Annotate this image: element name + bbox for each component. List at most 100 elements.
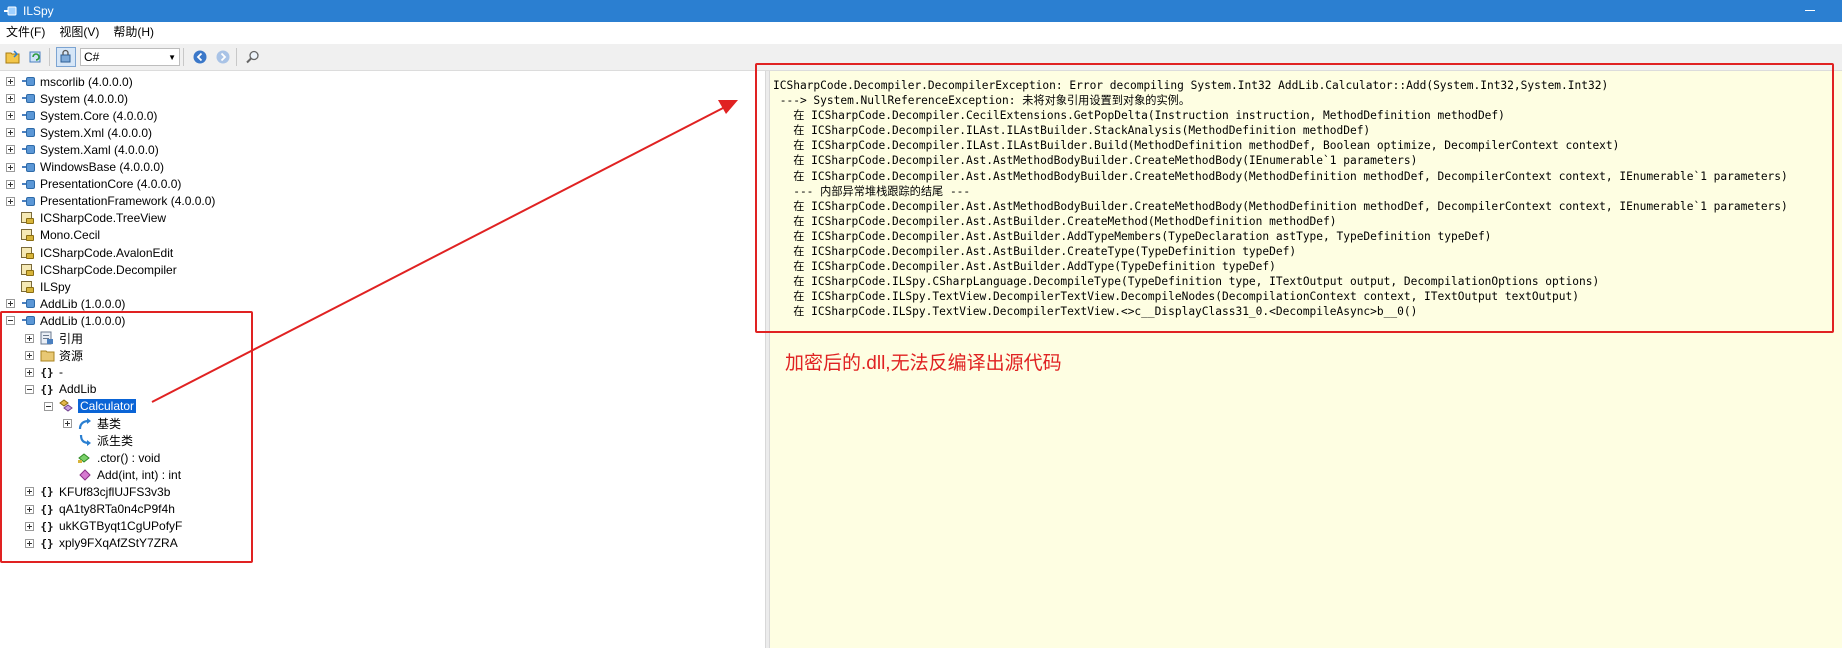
- chevron-down-icon: ▼: [168, 52, 176, 62]
- tree-item-label: ICSharpCode.Decompiler: [40, 262, 177, 277]
- tree-item[interactable]: {} KFUf83cjflUJFS3v3b: [25, 483, 170, 500]
- assembly-icon: [20, 91, 36, 107]
- tree-item[interactable]: mscorlib (4.0.0.0): [6, 73, 133, 90]
- tree-item[interactable]: System.Xml (4.0.0.0): [6, 124, 152, 141]
- tree-item[interactable]: ICSharpCode.AvalonEdit: [6, 244, 173, 261]
- method-icon: [77, 467, 93, 483]
- expand-icon[interactable]: [63, 419, 72, 428]
- forward-button[interactable]: [213, 47, 233, 67]
- tree-item[interactable]: ILSpy: [6, 278, 71, 295]
- code-line: 在 ICSharpCode.Decompiler.Ast.AstMethodBo…: [773, 169, 1788, 183]
- tree-item[interactable]: WindowsBase (4.0.0.0): [6, 159, 164, 176]
- tree-item-label: AddLib: [59, 382, 97, 397]
- code-line: 在 ICSharpCode.Decompiler.Ast.AstBuilder.…: [773, 214, 1337, 228]
- collapse-icon[interactable]: [25, 384, 34, 394]
- tree-item[interactable]: {} -: [25, 364, 63, 381]
- expand-icon[interactable]: [25, 538, 34, 548]
- reload-icon: [29, 51, 41, 63]
- tree-item[interactable]: {} AddLib: [25, 381, 96, 398]
- search-button[interactable]: [243, 47, 263, 67]
- tree-item[interactable]: 派生类: [63, 432, 133, 449]
- assembly-warning-icon: [20, 262, 36, 278]
- expand-icon[interactable]: [25, 333, 34, 343]
- tree-item-label: 派生类: [97, 434, 134, 449]
- menu-file[interactable]: 文件(F): [0, 22, 52, 42]
- tree-item[interactable]: 引用: [25, 330, 83, 347]
- tree-item[interactable]: System.Xaml (4.0.0.0): [6, 141, 159, 158]
- tree-item-label: mscorlib (4.0.0.0): [40, 74, 133, 89]
- tree-item[interactable]: ICSharpCode.TreeView: [6, 210, 166, 227]
- collapse-icon[interactable]: [6, 316, 15, 326]
- title-bar: ILSpy: [0, 0, 1842, 22]
- language-select-value: C#: [84, 50, 100, 64]
- language-select[interactable]: C# ▼: [80, 48, 180, 66]
- references-icon: [39, 330, 55, 346]
- open-button[interactable]: [3, 47, 23, 67]
- derived-types-icon: [77, 433, 93, 449]
- expand-icon[interactable]: [6, 196, 15, 206]
- tree-item[interactable]: 基类: [63, 415, 121, 432]
- tree-item[interactable]: AddLib (1.0.0.0): [6, 295, 125, 312]
- menu-help[interactable]: 帮助(H): [106, 22, 161, 42]
- expand-icon[interactable]: [6, 179, 15, 189]
- expand-icon[interactable]: [6, 77, 15, 86]
- expand-icon[interactable]: [25, 487, 34, 497]
- tree-item[interactable]: ICSharpCode.Decompiler: [6, 261, 177, 278]
- minimize-button[interactable]: [1804, 4, 1816, 16]
- reload-button[interactable]: [26, 47, 46, 67]
- expand-icon[interactable]: [25, 504, 34, 514]
- tree-item[interactable]: AddLib (1.0.0.0): [6, 312, 125, 329]
- tree-item-label: ICSharpCode.AvalonEdit: [40, 245, 174, 260]
- expand-icon[interactable]: [6, 94, 15, 104]
- namespace-icon: {}: [40, 536, 54, 550]
- tree-item[interactable]: System.Core (4.0.0.0): [6, 107, 157, 124]
- assembly-icon: [20, 176, 36, 192]
- tree-item-label: -: [59, 365, 63, 380]
- tree-item[interactable]: System (4.0.0.0): [6, 90, 128, 107]
- tree-item[interactable]: Add(int, int) : int: [63, 466, 181, 483]
- code-line: 在 ICSharpCode.ILSpy.CSharpLanguage.Decom…: [773, 275, 1600, 289]
- expand-icon[interactable]: [6, 128, 15, 138]
- tree-item[interactable]: 资源: [25, 347, 83, 364]
- expand-icon[interactable]: [25, 350, 34, 360]
- show-public-only-button[interactable]: [56, 47, 76, 67]
- tree-item[interactable]: .ctor() : void: [63, 449, 160, 466]
- tree-item-label: AddLib (1.0.0.0): [40, 313, 126, 328]
- code-line: ---> System.NullReferenceException: 未将对象…: [773, 94, 1191, 108]
- code-line: 在 ICSharpCode.Decompiler.Ast.AstBuilder.…: [773, 229, 1492, 243]
- code-line: 在 ICSharpCode.Decompiler.Ast.AstBuilder.…: [773, 245, 1297, 259]
- tree-item-label: ukKGTByqt1CgUPofyF: [59, 519, 183, 534]
- collapse-icon[interactable]: [44, 401, 53, 411]
- tree-item[interactable]: Mono.Cecil: [6, 227, 100, 244]
- tree-item-label: PresentationCore (4.0.0.0): [40, 177, 182, 192]
- tree-item[interactable]: {} ukKGTByqt1CgUPofyF: [25, 518, 182, 535]
- assembly-icon: [20, 125, 36, 141]
- expand-icon[interactable]: [6, 299, 15, 309]
- assembly-tree[interactable]: mscorlib (4.0.0.0) System (4.0.0.0) System…: [0, 71, 765, 648]
- expand-icon[interactable]: [25, 521, 34, 531]
- assembly-icon: [20, 313, 36, 329]
- code-line: 在 ICSharpCode.Decompiler.Ast.AstMethodBo…: [773, 154, 1418, 168]
- toolbar-separator: [236, 48, 237, 66]
- namespace-icon: {}: [40, 502, 54, 516]
- expand-icon[interactable]: [6, 145, 15, 155]
- back-button[interactable]: [190, 47, 210, 67]
- toolbar-separator: [49, 48, 50, 66]
- menu-bar: 文件(F) 视图(V) 帮助(H): [0, 22, 1842, 42]
- namespace-icon: {}: [40, 382, 54, 396]
- tree-item-label: ICSharpCode.TreeView: [40, 211, 167, 226]
- tree-item[interactable]: PresentationCore (4.0.0.0): [6, 176, 181, 193]
- tree-item[interactable]: PresentationFramework (4.0.0.0): [6, 193, 215, 210]
- expand-icon[interactable]: [25, 367, 34, 377]
- tree-item[interactable]: {} xply9FXqAfZStY7ZRA: [25, 535, 178, 552]
- tree-item[interactable]: {} qA1ty8RTa0n4cP9f4h: [25, 501, 175, 518]
- menu-view[interactable]: 视图(V): [52, 22, 106, 42]
- forward-icon: [216, 50, 230, 64]
- expand-icon[interactable]: [6, 111, 15, 121]
- tree-item[interactable]: Calculator: [44, 398, 137, 415]
- tree-item-label: System.Xml (4.0.0.0): [40, 125, 153, 140]
- assembly-warning-icon: [20, 210, 36, 226]
- assembly-icon: [20, 108, 36, 124]
- tree-item-label: ILSpy: [40, 279, 71, 294]
- expand-icon[interactable]: [6, 162, 15, 172]
